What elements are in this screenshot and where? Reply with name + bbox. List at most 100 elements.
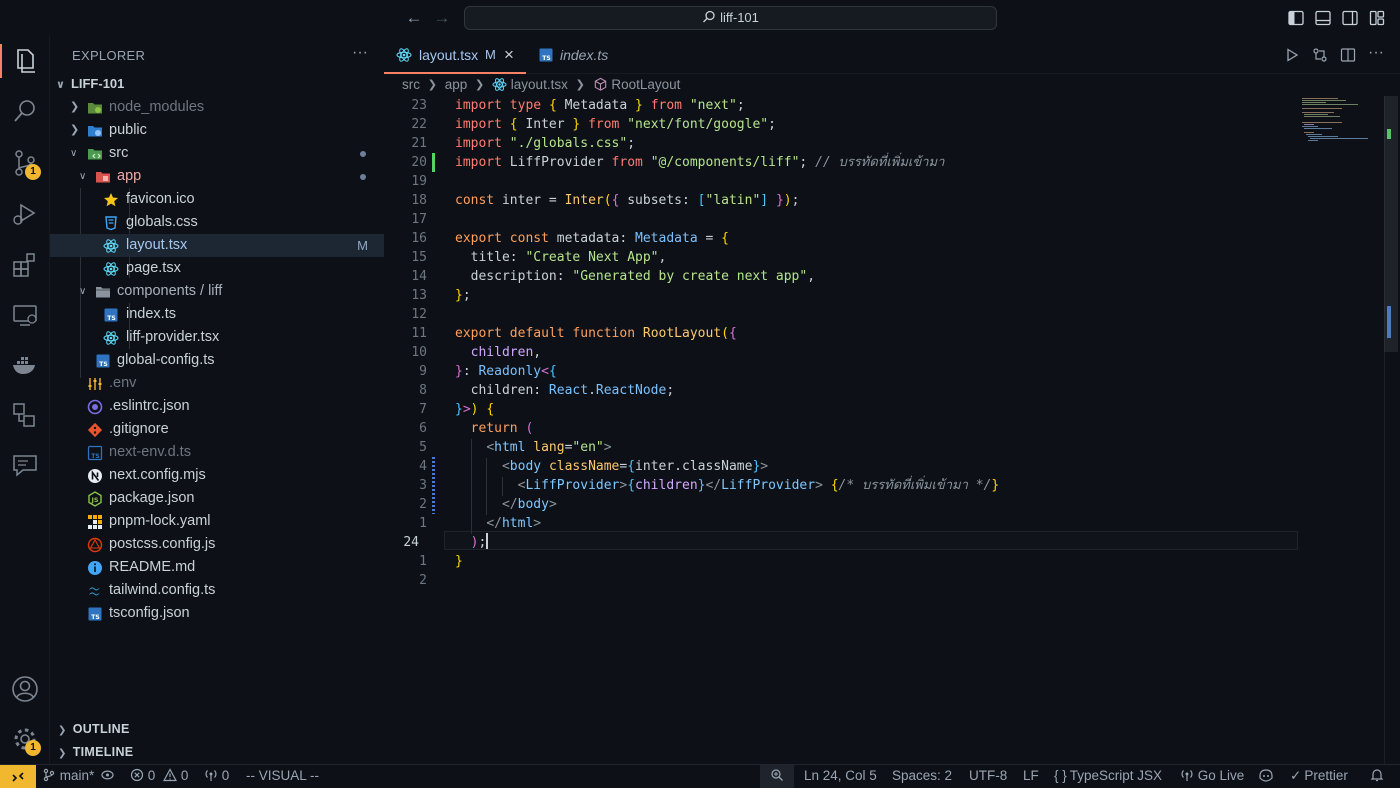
tree-item-env[interactable]: .env [50,372,384,395]
back-arrow-icon[interactable]: ← [404,8,424,28]
tree-item-tsconfig[interactable]: TS tsconfig.json [50,602,384,625]
zoom-button[interactable] [760,765,794,788]
folder-node-icon [88,103,102,114]
tree-item-label: global-config.ts [117,352,215,368]
tree-item-next-config[interactable]: next.config.mjs [50,464,384,487]
tree-item-public[interactable]: ❯ public [50,119,384,142]
accounts-icon[interactable] [10,674,40,704]
more-actions-icon[interactable]: ··· [352,44,368,62]
ports-indicator[interactable]: 0 [204,765,229,788]
go-live-button[interactable]: Go Live [1180,765,1244,788]
chevron-right-icon: ❯ [475,78,485,91]
eol-setting[interactable]: LF [1023,765,1039,788]
copilot-button[interactable] [1258,765,1274,788]
search-text: liff-101 [720,10,759,25]
tree-item-liff-provider-tsx[interactable]: liff-provider.tsx [50,326,384,349]
tab-layout-tsx[interactable]: layout.tsx M × [384,36,526,74]
code-line: <body className={inter.className}> [501,459,769,474]
tree-item-postcss-config[interactable]: postcss.config.js [50,533,384,556]
code-editor[interactable]: 23 22 21 20 19 18 17 16 15 14 13 12 11 1… [384,96,1400,764]
tailwind-icon [89,587,100,596]
more-actions-icon[interactable]: ··· [1368,36,1384,70]
tab-index-ts[interactable]: TS index.ts [526,36,626,74]
customize-layout-icon[interactable] [1369,10,1385,26]
tree-item-tailwind-config[interactable]: tailwind.config.ts [50,579,384,602]
editor-tab-bar: layout.tsx M × TS index.ts ··· [384,36,1400,74]
current-line-highlight [444,531,1298,550]
tree-item-gitignore[interactable]: .gitignore [50,418,384,441]
tree-item-layout-tsx[interactable]: layout.tsx M [50,234,384,257]
branch-name: main* [59,768,95,783]
line-number: 20 [411,155,427,170]
toggle-primary-sidebar-icon[interactable] [1288,10,1304,26]
folder-public-icon [88,126,102,137]
modified-dot [360,151,366,157]
compare-changes-icon[interactable] [1312,47,1328,63]
react-icon [396,48,412,62]
outline-label: OUTLINE [72,722,130,736]
toggle-secondary-sidebar-icon[interactable] [1342,10,1358,26]
forward-arrow-icon[interactable]: → [432,8,452,28]
breadcrumb-item[interactable]: layout.tsx [511,77,568,92]
line-number: 17 [411,212,427,227]
prettier-button[interactable]: ✓ Prettier [1290,765,1348,788]
close-icon[interactable]: × [504,36,514,74]
breadcrumb-item[interactable]: app [445,77,468,92]
info-icon [88,561,102,575]
problems-indicator[interactable]: 0 0 [130,765,188,788]
tree-item-favicon[interactable]: favicon.ico [50,188,384,211]
sync-button[interactable] [100,765,115,788]
notifications-button[interactable] [1370,765,1384,788]
docker-icon[interactable] [10,350,40,380]
remote-explorer-icon[interactable] [10,300,40,330]
split-editor-icon[interactable] [1340,47,1356,63]
workspace-root-folder[interactable]: ∨ LIFF-101 [56,76,124,91]
breadcrumb-item[interactable]: RootLayout [611,77,680,92]
toggle-panel-icon[interactable] [1315,10,1331,26]
branch-indicator[interactable]: main* [42,765,94,788]
encoding-setting[interactable]: UTF-8 [969,765,1007,788]
scrollbar-thumb[interactable] [1384,96,1398,352]
code-line: </html> [486,516,542,531]
chat-icon[interactable] [10,450,40,480]
line-number: 12 [411,307,427,322]
extensions-icon[interactable] [10,250,40,280]
outline-section-header[interactable]: ❯ OUTLINE [58,722,130,736]
tree-item-global-config-ts[interactable]: TS global-config.ts [50,349,384,372]
minimap[interactable] [1298,96,1384,156]
tree-item-label: app [117,168,142,184]
tree-item-package-json[interactable]: JS package.json [50,487,384,510]
code-line-current: ); [470,533,489,550]
tree-item-label: favicon.ico [126,191,195,207]
tree-item-globals-css[interactable]: globals.css [50,211,384,234]
tree-item-page-tsx[interactable]: page.tsx [50,257,384,280]
line-number: 16 [411,231,427,246]
line-number-current: 24 [403,535,419,550]
language-mode[interactable]: { } TypeScript JSX [1054,765,1162,788]
tree-item-index-ts[interactable]: TS index.ts [50,303,384,326]
tree-item-label: .gitignore [109,421,169,437]
indentation-setting[interactable]: Spaces: 2 [892,765,952,788]
explorer-icon[interactable] [10,46,40,76]
testing-icon[interactable] [10,400,40,430]
tree-item-pnpm-lock[interactable]: pnpm-lock.yaml [50,510,384,533]
tree-item-node-modules[interactable]: ❯ node_modules [50,96,384,119]
line-number: 23 [411,98,427,113]
cursor-position[interactable]: Ln 24, Col 5 [804,765,877,788]
code-line: <html lang="en"> [486,440,612,455]
text-cursor [486,533,489,549]
remote-indicator-button[interactable] [0,765,36,788]
tree-item-eslintrc[interactable]: .eslintrc.json [50,395,384,418]
breadcrumb-item[interactable]: src [402,77,420,92]
tree-item-readme[interactable]: README.md [50,556,384,579]
run-icon[interactable] [1284,47,1300,63]
timeline-section-header[interactable]: ❯ TIMELINE [58,745,133,759]
tree-item-src[interactable]: ∨ src [50,142,384,165]
run-debug-icon[interactable] [10,198,40,228]
tree-item-components-liff[interactable]: ∨ components / liff [50,280,384,303]
tree-item-app[interactable]: ∨ app [50,165,384,188]
search-view-icon[interactable] [10,96,40,126]
command-center-search[interactable]: liff-101 [464,6,997,30]
code-line: export const metadata: Metadata = { [455,231,729,246]
tree-item-next-env[interactable]: TS next-env.d.ts [50,441,384,464]
